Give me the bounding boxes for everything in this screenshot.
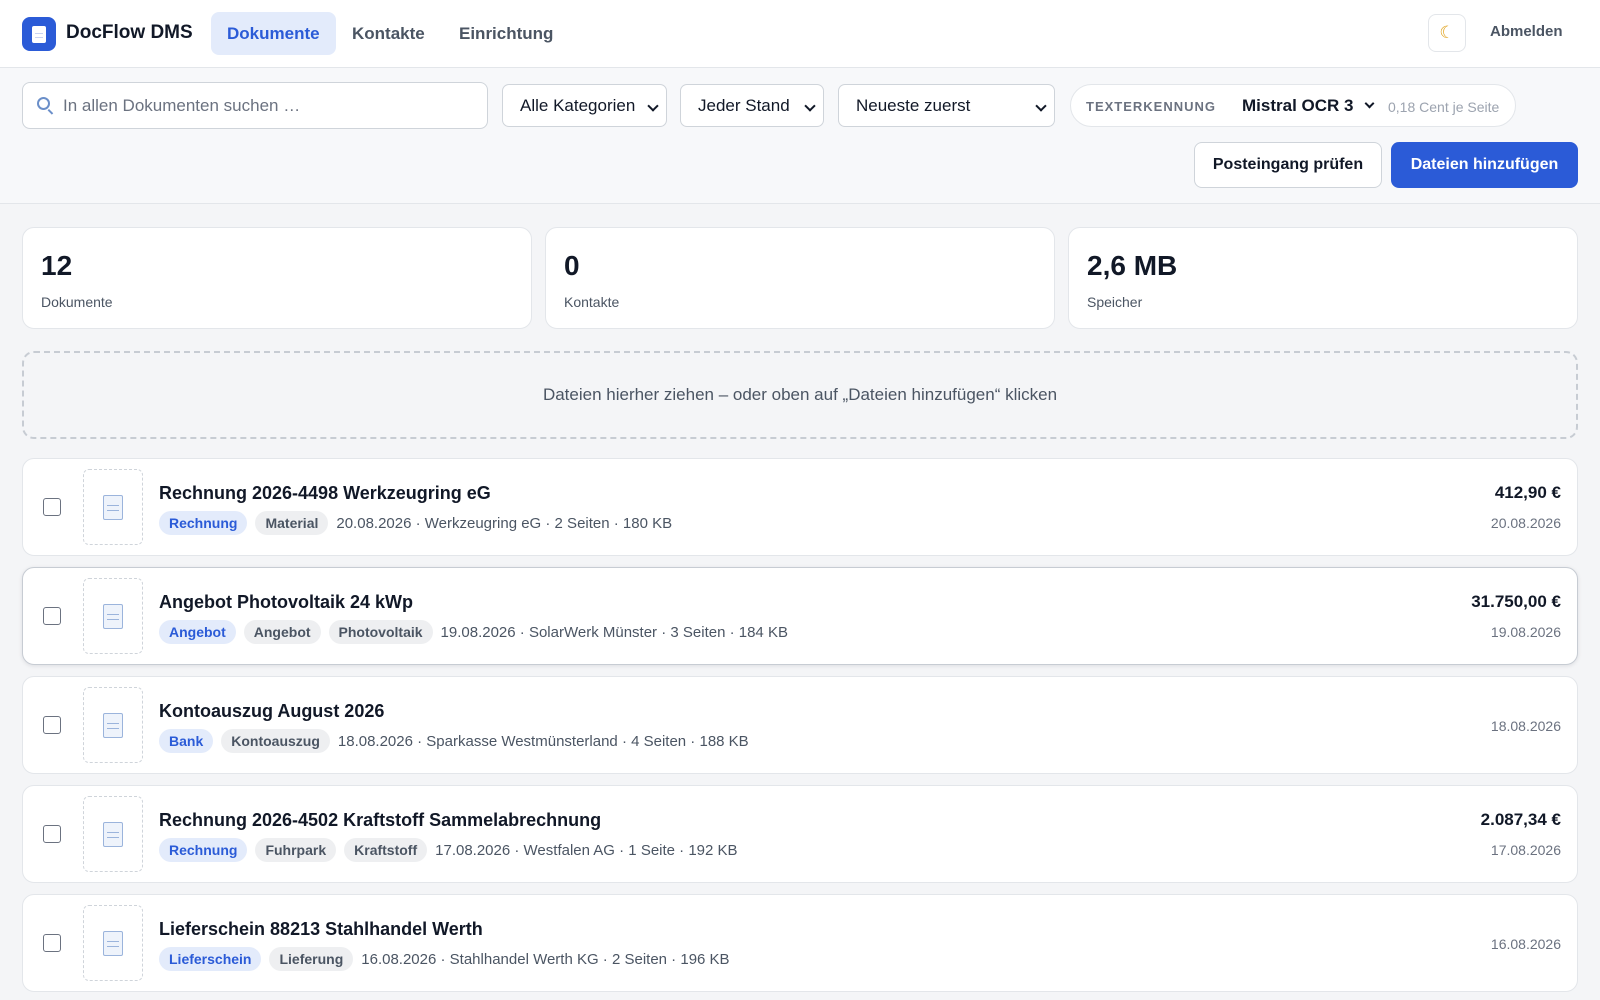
- moon-icon: ☾: [1439, 23, 1455, 42]
- document-meta: Rechnung Fuhrpark Kraftstoff 17.08.2026 …: [159, 838, 738, 862]
- document-row[interactable]: Rechnung 2026-4498 Werkzeugring eG Rechn…: [22, 458, 1578, 556]
- search-box: [22, 82, 488, 129]
- document-meta: Angebot Angebot Photovoltaik 19.08.2026 …: [159, 620, 788, 644]
- document-title[interactable]: Kontoauszug August 2026: [159, 701, 384, 722]
- ocr-label: TEXTERKENNUNG: [1086, 99, 1217, 114]
- category-select[interactable]: Alle Kategorien: [502, 84, 667, 127]
- ocr-model-value: Mistral OCR 3: [1242, 96, 1354, 115]
- document-thumbnail: [83, 905, 143, 981]
- logout-button[interactable]: Abmelden: [1490, 23, 1563, 40]
- document-details: 20.08.2026 · Werkzeugring eG · 2 Seiten …: [336, 514, 673, 532]
- ocr-model-selector[interactable]: TEXTERKENNUNG Mistral OCR 3 0,18 Cent je…: [1070, 84, 1516, 127]
- document-thumbnail: [83, 578, 143, 654]
- tag: Kontoauszug: [221, 729, 330, 753]
- stat-label: Kontakte: [564, 294, 620, 310]
- top-navigation-bar: DocFlow DMS Dokumente Kontakte Einrichtu…: [0, 0, 1600, 68]
- tag: Angebot: [243, 620, 321, 644]
- ocr-price: 0,18 Cent je Seite: [1388, 99, 1500, 115]
- document-meta: Bank Kontoauszug 18.08.2026 · Sparkasse …: [159, 729, 749, 753]
- document-icon: [103, 712, 123, 738]
- stat-label: Dokumente: [41, 294, 113, 310]
- tag: Material: [255, 511, 329, 535]
- category-tag: Angebot: [159, 620, 236, 644]
- tab-einrichtung[interactable]: Einrichtung: [443, 12, 569, 55]
- stat-value: 2,6 MB: [1087, 250, 1178, 281]
- document-checkbox[interactable]: [43, 934, 61, 952]
- category-tag: Bank: [159, 729, 214, 753]
- document-date: 19.08.2026: [1490, 624, 1561, 640]
- app-name: DocFlow DMS: [66, 22, 193, 43]
- search-icon: [37, 97, 50, 110]
- category-tag: Lieferschein: [159, 947, 262, 971]
- document-meta: Rechnung Material 20.08.2026 · Werkzeugr…: [159, 511, 672, 535]
- chevron-down-icon: [804, 100, 816, 112]
- document-row[interactable]: Angebot Photovoltaik 24 kWp Angebot Ange…: [22, 567, 1578, 665]
- document-meta: Lieferschein Lieferung 16.08.2026 · Stah…: [159, 947, 730, 971]
- document-icon: [103, 821, 123, 847]
- document-title[interactable]: Rechnung 2026-4498 Werkzeugring eG: [159, 483, 491, 504]
- document-thumbnail: [83, 469, 143, 545]
- theme-toggle-button[interactable]: ☾: [1428, 14, 1466, 52]
- document-checkbox[interactable]: [43, 498, 61, 516]
- sort-select-value: Neueste zuerst: [856, 96, 971, 115]
- category-tag: Rechnung: [159, 511, 248, 535]
- document-row[interactable]: Kontoauszug August 2026 Bank Kontoauszug…: [22, 676, 1578, 774]
- document-title[interactable]: Angebot Photovoltaik 24 kWp: [159, 592, 413, 613]
- chevron-down-icon: [1364, 98, 1375, 109]
- document-amount: 2.087,34 €: [1480, 810, 1561, 829]
- document-checkbox[interactable]: [43, 825, 61, 843]
- document-icon: [22, 17, 56, 51]
- check-inbox-button[interactable]: Posteingang prüfen: [1194, 142, 1382, 188]
- document-date: 20.08.2026: [1490, 515, 1561, 531]
- document-amount: 412,90 €: [1494, 483, 1561, 502]
- document-details: 18.08.2026 · Sparkasse Westmünsterland ·…: [337, 732, 749, 750]
- document-row[interactable]: Lieferschein 88213 Stahlhandel Werth Lie…: [22, 894, 1578, 992]
- stat-card-contacts: 0 Kontakte: [545, 227, 1055, 329]
- document-icon: [103, 494, 123, 520]
- status-select-value: Jeder Stand: [698, 96, 790, 115]
- document-icon: [103, 603, 123, 629]
- document-thumbnail: [83, 687, 143, 763]
- tab-kontakte[interactable]: Kontakte: [336, 12, 441, 55]
- stat-value: 0: [564, 250, 580, 281]
- category-select-value: Alle Kategorien: [520, 96, 636, 115]
- stat-value: 12: [41, 250, 73, 281]
- document-checkbox[interactable]: [43, 716, 61, 734]
- stat-card-storage: 2,6 MB Speicher: [1068, 227, 1578, 329]
- tab-dokumente[interactable]: Dokumente: [211, 12, 336, 55]
- document-title[interactable]: Rechnung 2026-4502 Kraftstoff Sammelabre…: [159, 810, 601, 831]
- document-thumbnail: [83, 796, 143, 872]
- document-details: 17.08.2026 · Westfalen AG · 1 Seite · 19…: [435, 841, 738, 859]
- sort-select[interactable]: Neueste zuerst: [838, 84, 1055, 127]
- search-input[interactable]: [63, 83, 473, 128]
- document-date: 18.08.2026: [1490, 718, 1561, 734]
- document-icon: [103, 930, 123, 956]
- status-select[interactable]: Jeder Stand: [680, 84, 824, 127]
- add-files-button[interactable]: Dateien hinzufügen: [1391, 142, 1578, 188]
- tag: Lieferung: [269, 947, 354, 971]
- tag: Fuhrpark: [255, 838, 337, 862]
- document-title[interactable]: Lieferschein 88213 Stahlhandel Werth: [159, 919, 483, 940]
- file-dropzone[interactable]: Dateien hierher ziehen – oder oben auf „…: [22, 351, 1578, 439]
- chevron-down-icon: [1035, 100, 1047, 112]
- stat-label: Speicher: [1087, 294, 1143, 310]
- document-details: 19.08.2026 · SolarWerk Münster · 3 Seite…: [440, 623, 788, 641]
- document-row[interactable]: Rechnung 2026-4502 Kraftstoff Sammelabre…: [22, 785, 1578, 883]
- chevron-down-icon: [647, 100, 659, 112]
- stat-card-documents: 12 Dokumente: [22, 227, 532, 329]
- document-date: 17.08.2026: [1490, 842, 1561, 858]
- tag: Kraftstoff: [344, 838, 428, 862]
- document-checkbox[interactable]: [43, 607, 61, 625]
- filter-toolbar: Alle Kategorien Jeder Stand Neueste zuer…: [0, 68, 1600, 204]
- tag: Photovoltaik: [328, 620, 433, 644]
- document-details: 16.08.2026 · Stahlhandel Werth KG · 2 Se…: [361, 950, 730, 968]
- document-amount: 31.750,00 €: [1471, 592, 1561, 611]
- category-tag: Rechnung: [159, 838, 248, 862]
- document-date: 16.08.2026: [1490, 936, 1561, 952]
